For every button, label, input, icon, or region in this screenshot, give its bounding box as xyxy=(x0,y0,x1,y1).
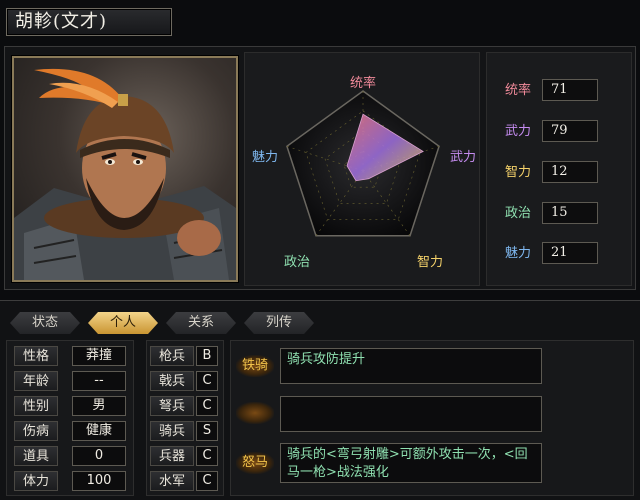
personal-value-injury: 健康 xyxy=(72,421,126,441)
stat-row-leadership: 统率 71 xyxy=(487,79,633,103)
skill-description-3: 骑兵的<弯弓射雕>可额外攻击一次，<回马一枪>战法强化 xyxy=(280,443,542,483)
officer-portrait xyxy=(12,56,238,282)
stat-label: 政治 xyxy=(505,206,532,221)
radar-label-leadership: 统率 xyxy=(350,75,376,91)
stat-label: 魅力 xyxy=(505,246,532,261)
personal-label-gender: 性别 xyxy=(14,396,58,416)
stat-value: 21 xyxy=(542,242,598,264)
officer-name: 胡軫(文才) xyxy=(6,8,172,36)
tab-personal[interactable]: 个人 xyxy=(88,312,158,334)
stat-label: 智力 xyxy=(505,165,532,180)
personal-label-personality: 性格 xyxy=(14,346,58,366)
personal-label-injury: 伤病 xyxy=(14,421,58,441)
stat-value: 79 xyxy=(542,120,598,142)
aptitude-label-navy: 水军 xyxy=(150,471,194,491)
stat-value: 12 xyxy=(542,161,598,183)
tab-biography[interactable]: 列传 xyxy=(244,312,314,334)
radar-label-politics: 政治 xyxy=(284,255,310,270)
stat-value: 71 xyxy=(542,79,598,101)
radar-label-war: 武力 xyxy=(450,150,476,165)
stat-value: 15 xyxy=(542,202,598,224)
personal-value-gender: 男 xyxy=(72,396,126,416)
aptitude-grade-navy: C xyxy=(196,471,218,491)
tab-relations[interactable]: 关系 xyxy=(166,312,236,334)
personal-value-item: 0 xyxy=(72,446,126,466)
stat-label: 武力 xyxy=(505,124,532,139)
skill-label-1[interactable]: 铁骑 xyxy=(236,355,274,377)
ability-radar-chart: 统率 武力 智力 政治 魅力 xyxy=(252,75,476,270)
stat-row-politics: 政治 15 xyxy=(487,202,633,226)
aptitude-label-siege: 兵器 xyxy=(150,446,194,466)
stat-row-charisma: 魅力 21 xyxy=(487,242,633,266)
personal-value-stamina: 100 xyxy=(72,471,126,491)
aptitude-grade-siege: C xyxy=(196,446,218,466)
aptitude-label-crossbow: 弩兵 xyxy=(150,396,194,416)
aptitude-grade-crossbow: C xyxy=(196,396,218,416)
personal-label-age: 年龄 xyxy=(14,371,58,391)
personal-value-age: -- xyxy=(72,371,126,391)
radar-label-intelligence: 智力 xyxy=(417,255,443,270)
stat-row-intelligence: 智力 12 xyxy=(487,161,633,185)
personal-label-stamina: 体力 xyxy=(14,471,58,491)
personal-label-item: 道具 xyxy=(14,446,58,466)
tab-status[interactable]: 状态 xyxy=(10,312,80,334)
stat-row-war: 武力 79 xyxy=(487,120,633,144)
skill-description-2 xyxy=(280,396,542,432)
personal-value-personality: 莽撞 xyxy=(72,346,126,366)
aptitude-label-spear: 枪兵 xyxy=(150,346,194,366)
skill-description-1: 骑兵攻防提升 xyxy=(280,348,542,384)
aptitude-grade-halberd: C xyxy=(196,371,218,391)
aptitude-grade-cavalry: S xyxy=(196,421,218,441)
radar-label-charisma: 魅力 xyxy=(252,150,278,165)
skill-label-3[interactable]: 怒马 xyxy=(236,452,274,474)
stats-panel: 统率 71 武力 79 智力 12 政治 15 魅力 21 xyxy=(486,52,632,286)
stat-label: 统率 xyxy=(505,83,532,98)
aptitude-label-halberd: 戟兵 xyxy=(150,371,194,391)
aptitude-label-cavalry: 骑兵 xyxy=(150,421,194,441)
skill-label-2[interactable] xyxy=(236,402,274,424)
radar-panel: 统率 武力 智力 政治 魅力 xyxy=(244,52,480,286)
aptitude-grade-spear: B xyxy=(196,346,218,366)
